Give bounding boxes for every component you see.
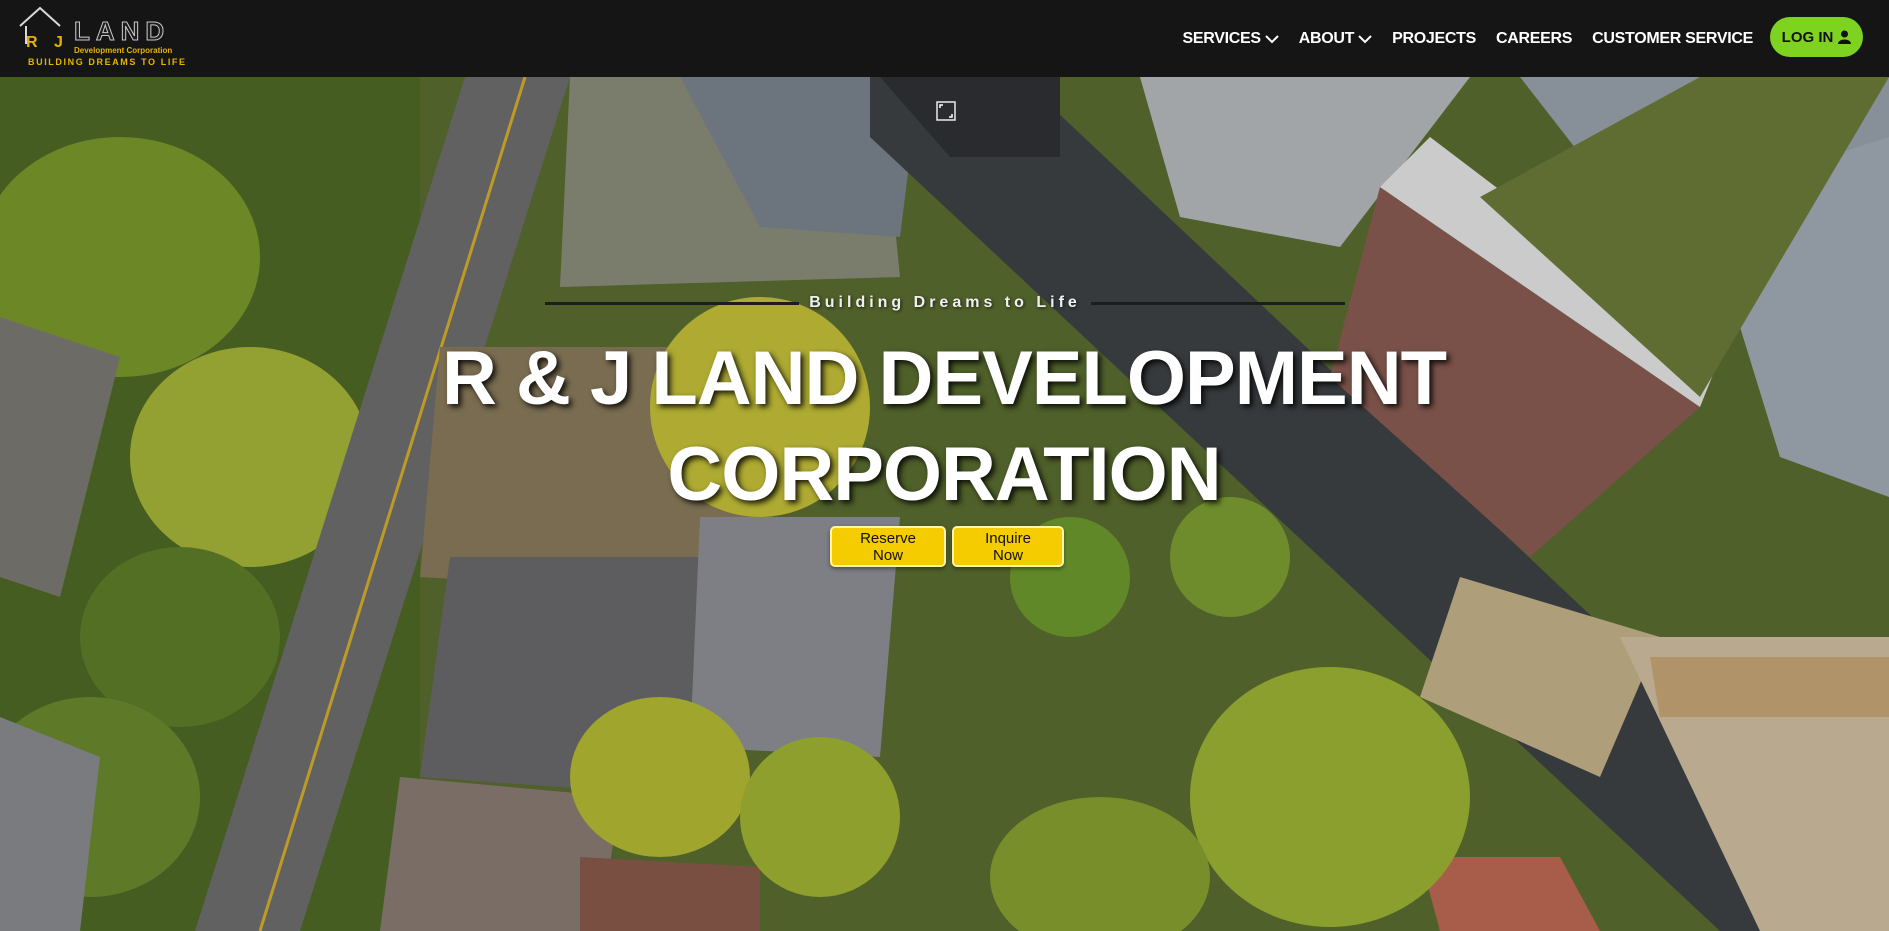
logo-word: LAND: [73, 16, 171, 47]
hero-section: Building Dreams to Life R & J LAND DEVEL…: [0, 77, 1889, 931]
hero-title: R & J LAND DEVELOPMENT CORPORATION: [344, 331, 1544, 523]
reserve-now-button[interactable]: Reserve Now: [830, 526, 946, 567]
hero-title-line2: CORPORATION: [667, 432, 1221, 517]
logo-initials: R J: [26, 34, 69, 51]
hero-title-line1: R & J LAND DEVELOPMENT: [441, 336, 1447, 421]
chevron-down-icon: [1265, 34, 1279, 43]
navbar: R J LAND Development Corporation BUILDIN…: [0, 0, 1889, 77]
logo-tagline: BUILDING DREAMS TO LIFE: [28, 57, 187, 67]
logo-subtitle: Development Corporation: [74, 46, 173, 55]
nav-about[interactable]: ABOUT: [1299, 30, 1372, 48]
nav-customer-service[interactable]: CUSTOMER SERVICE: [1592, 30, 1753, 48]
nav-services-label: SERVICES: [1182, 29, 1262, 47]
nav-projects[interactable]: PROJECTS: [1392, 30, 1476, 48]
logo[interactable]: R J LAND Development Corporation BUILDIN…: [18, 6, 190, 70]
nav-careers[interactable]: CAREERS: [1496, 30, 1572, 48]
main-nav: SERVICES ABOUT PROJECTS CAREERS CUSTOMER…: [1163, 0, 1754, 77]
nav-about-label: ABOUT: [1298, 29, 1355, 47]
chevron-down-icon: [1358, 34, 1372, 43]
inquire-now-button[interactable]: Inquire Now: [952, 526, 1064, 567]
hero-content: Building Dreams to Life R & J LAND DEVEL…: [0, 77, 1889, 931]
hero-tagline: Building Dreams to Life: [809, 294, 1081, 311]
tagline-divider-left: [545, 301, 800, 305]
hero-buttons: Reserve Now Inquire Now: [830, 526, 1064, 567]
tagline-divider-right: [1090, 301, 1346, 305]
user-icon: [1838, 30, 1852, 44]
login-button[interactable]: LOG IN: [1770, 17, 1863, 57]
tagline-row: Building Dreams to Life: [545, 293, 1346, 313]
nav-services[interactable]: SERVICES: [1183, 30, 1279, 48]
login-label: LOG IN: [1781, 28, 1834, 46]
